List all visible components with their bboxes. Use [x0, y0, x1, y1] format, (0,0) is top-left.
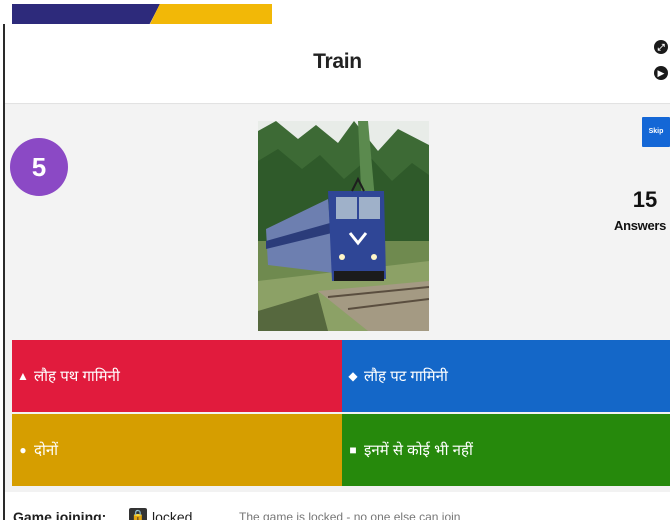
answers-label: Answers [614, 218, 667, 233]
question-title: Train [313, 50, 362, 73]
gold-stripe [150, 4, 272, 24]
answer-label: लौह पट गामिनी [364, 368, 448, 385]
diamond-icon: ◆ [348, 369, 358, 383]
answer-option-red[interactable]: ▲ लौह पथ गामिनी [12, 340, 342, 412]
train-image [258, 121, 429, 331]
answer-option-blue[interactable]: ◆ लौह पट गामिनी [342, 340, 670, 412]
game-footer: Game joining: 🔒 locked The game is locke… [5, 492, 670, 520]
circle-icon: ● [19, 443, 27, 457]
square-icon: ■ [349, 443, 357, 457]
answer-label: दोनों [34, 442, 59, 459]
navy-stripe [12, 4, 160, 24]
fullscreen-icon[interactable]: ⤢ [654, 40, 668, 54]
skip-button[interactable]: Skip [642, 117, 670, 147]
answer-label: इनमें से कोई भी नहीं [364, 442, 473, 459]
top-color-bar [0, 0, 670, 24]
answers-count: 15 [632, 187, 658, 212]
lock-icon[interactable]: 🔒 [129, 508, 147, 520]
triangle-icon: ▲ [17, 369, 29, 383]
game-joining-label: Game joining: [13, 509, 107, 520]
answer-option-gold[interactable]: ● दोनों [12, 414, 342, 486]
locked-status: locked [152, 509, 193, 520]
answer-option-green[interactable]: ■ इनमें से कोई भी नहीं [342, 414, 670, 486]
countdown-timer: 5 [10, 138, 68, 196]
answer-label: लौह पथ गामिनी [34, 368, 120, 385]
question-image [258, 121, 429, 331]
question-header: Train [5, 24, 670, 104]
sound-icon[interactable]: ▶ [654, 66, 668, 80]
lock-message: The game is locked - no one else can joi… [239, 510, 461, 520]
